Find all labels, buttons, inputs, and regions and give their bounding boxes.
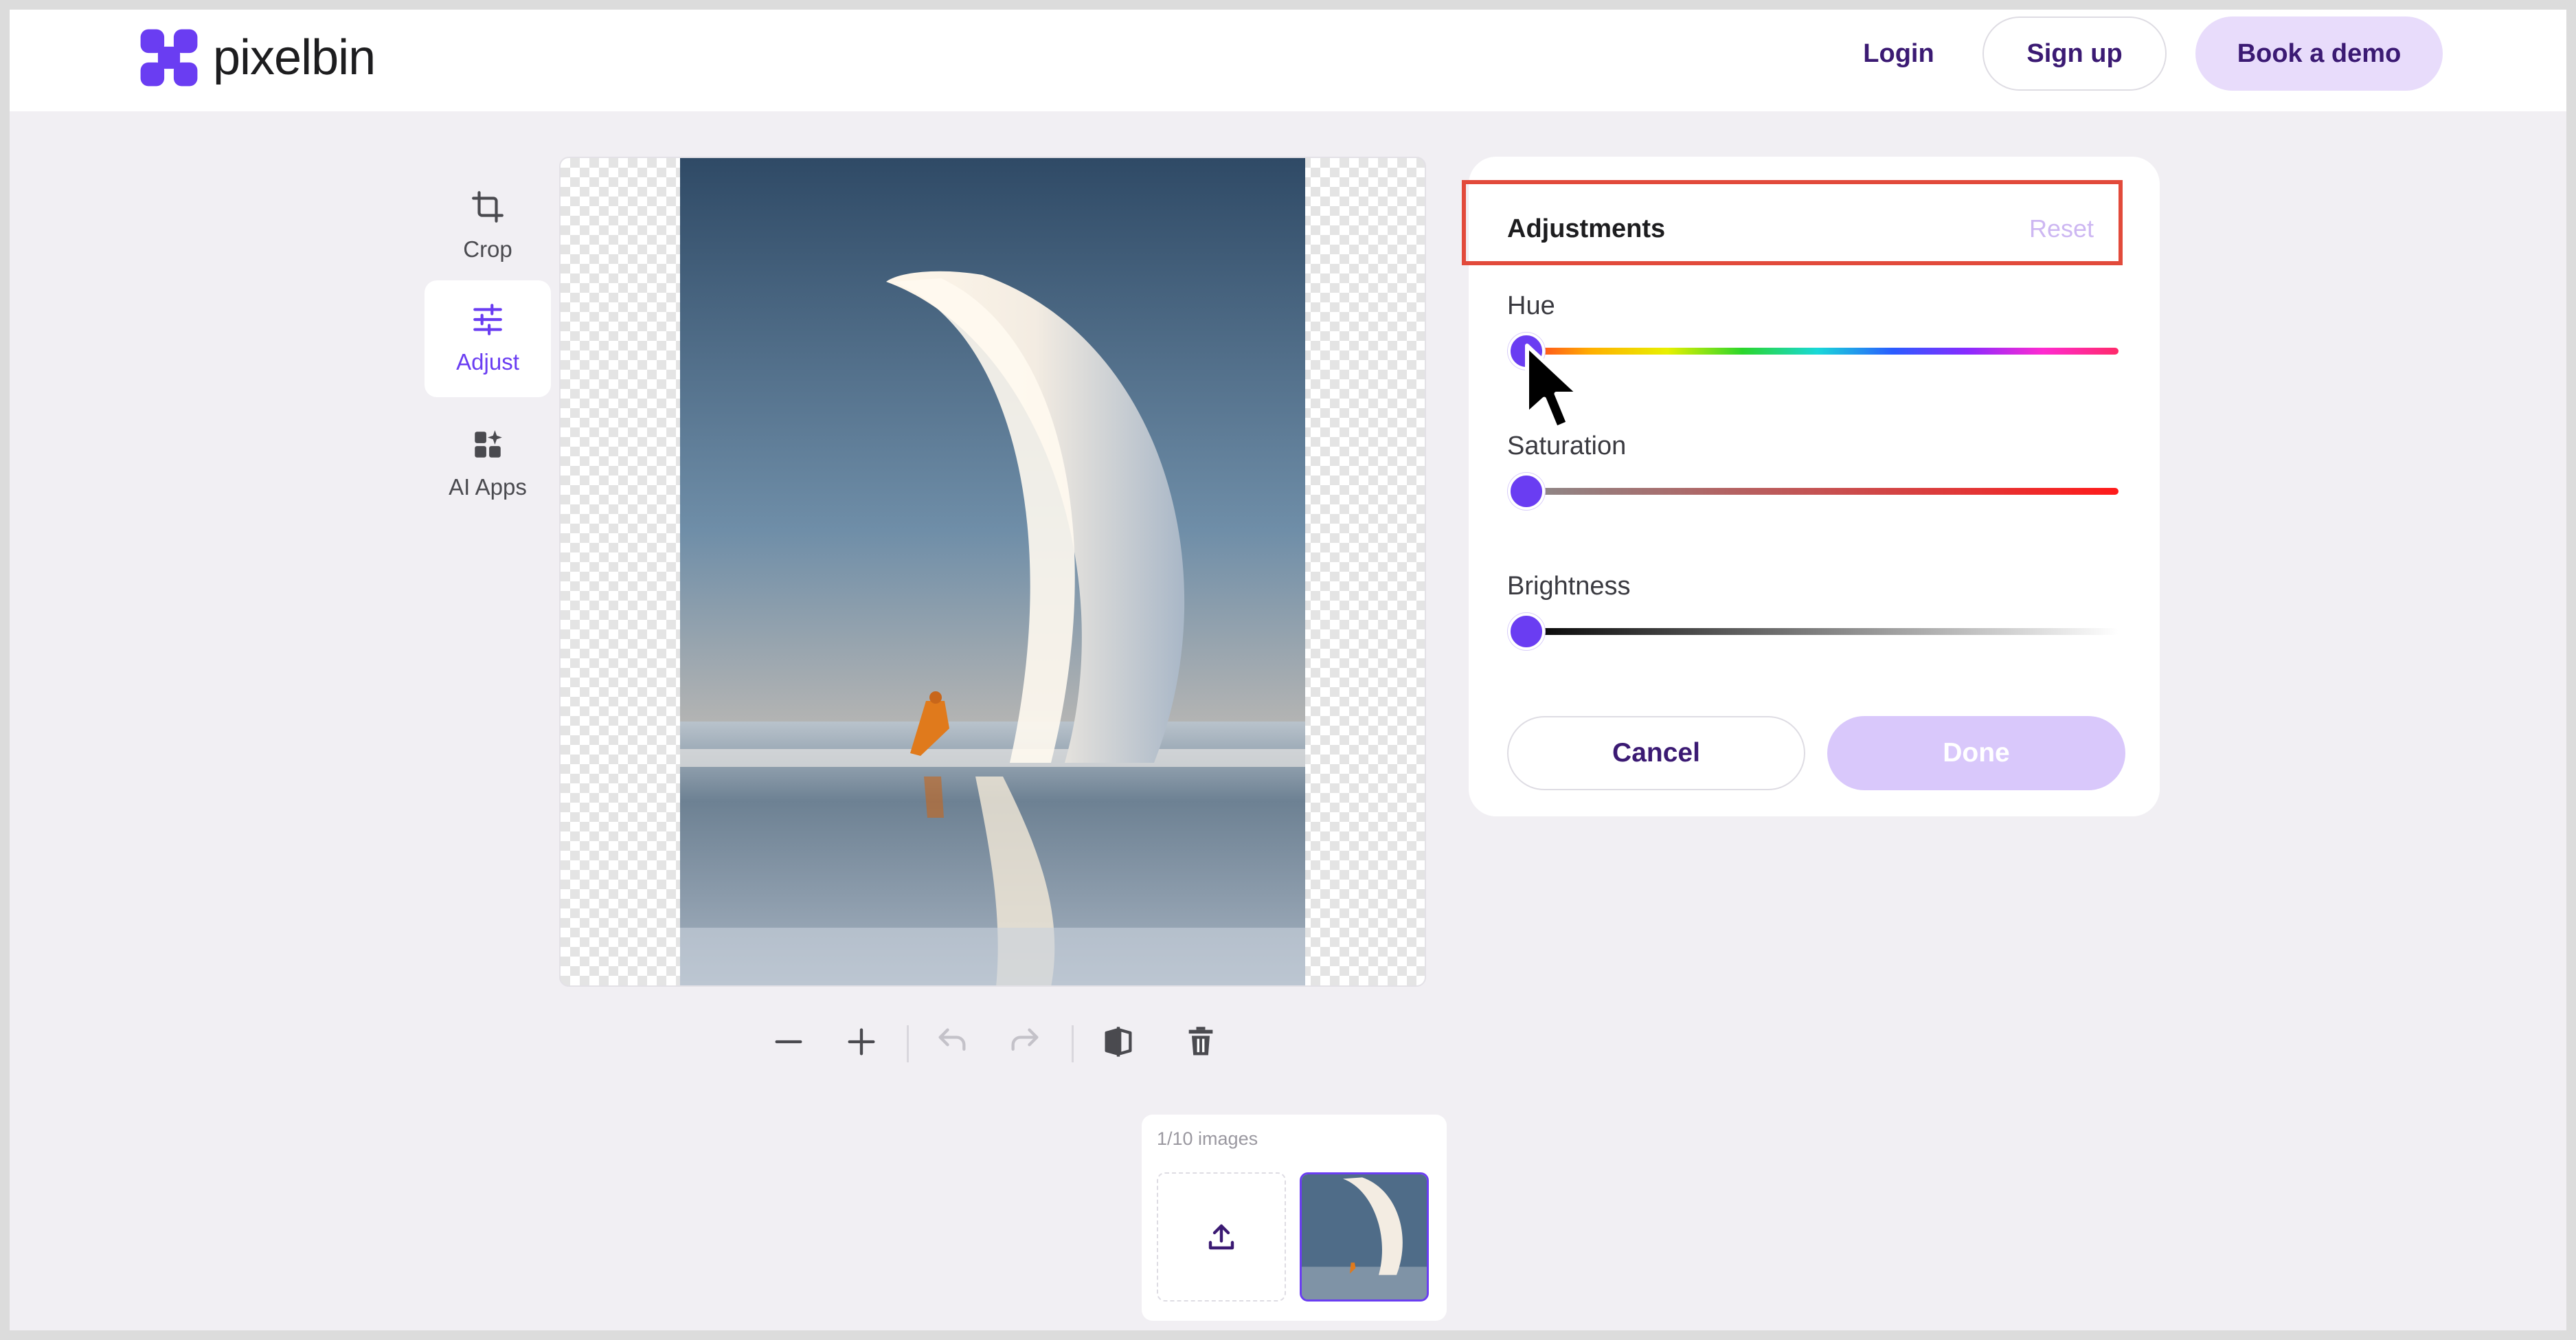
tool-adjust-label: Adjust [456,349,519,375]
tool-crop-label: Crop [463,236,512,262]
compare-button[interactable] [1096,1020,1140,1064]
undo-icon [938,1028,966,1051]
edited-photo [680,158,1305,985]
brand-logo[interactable]: pixelbin [137,22,376,93]
zoom-out-icon [775,1040,802,1044]
app-frame: pixelbin Login Sign up Book a demo Crop … [10,10,2566,1330]
zoom-in-button[interactable] [839,1020,883,1064]
image-strip: 1/10 images [1142,1115,1447,1321]
crop-icon [472,191,504,223]
delete-icon [1188,1027,1213,1056]
image-thumbnail[interactable] [1300,1172,1429,1302]
brightness-slider-track[interactable] [1517,628,2119,635]
tool-crop[interactable]: Crop [425,168,551,284]
hue-label: Hue [1507,291,1555,320]
mouse-cursor-icon [1525,344,1581,430]
sliders-icon [473,304,502,335]
reset-button[interactable]: Reset [2029,214,2094,243]
login-button[interactable]: Login [1823,16,1974,91]
pixelbin-logo-icon [140,29,198,87]
panel-title: Adjustments [1507,214,1666,243]
thumbnail-photo [1302,1174,1427,1299]
image-count: 1/10 images [1157,1128,1258,1149]
signup-button[interactable]: Sign up [1982,16,2167,91]
toolbar-divider [1072,1025,1074,1062]
zoom-in-icon [848,1028,875,1056]
undo-button[interactable] [930,1020,974,1064]
adjustments-panel: Adjustments Reset Hue Saturation Brightn… [1462,157,2160,816]
hue-slider-track[interactable] [1517,348,2119,355]
brightness-slider-thumb[interactable] [1508,613,1545,650]
upload-button[interactable] [1157,1172,1286,1302]
compare-icon [1105,1027,1132,1057]
tool-adjust[interactable]: Adjust [425,280,551,397]
cancel-button[interactable]: Cancel [1507,716,1805,790]
redo-icon [1011,1028,1039,1051]
redo-button[interactable] [1003,1020,1047,1064]
image-canvas[interactable] [559,157,1426,987]
delete-button[interactable] [1179,1020,1223,1064]
saturation-slider-track[interactable] [1517,488,2119,495]
book-demo-button[interactable]: Book a demo [2195,16,2443,91]
top-header: pixelbin Login Sign up Book a demo [10,10,2566,111]
done-button[interactable]: Done [1827,716,2125,790]
saturation-slider-thumb[interactable] [1508,473,1545,510]
toolbar-divider [907,1025,909,1062]
tool-ai-apps-label: AI Apps [449,474,527,500]
tool-ai-apps[interactable]: AI Apps [425,405,551,522]
apps-icon [475,430,502,458]
upload-icon [1208,1224,1234,1250]
brand-name: pixelbin [213,30,376,85]
brightness-label: Brightness [1507,572,1631,601]
zoom-out-button[interactable] [767,1020,811,1064]
